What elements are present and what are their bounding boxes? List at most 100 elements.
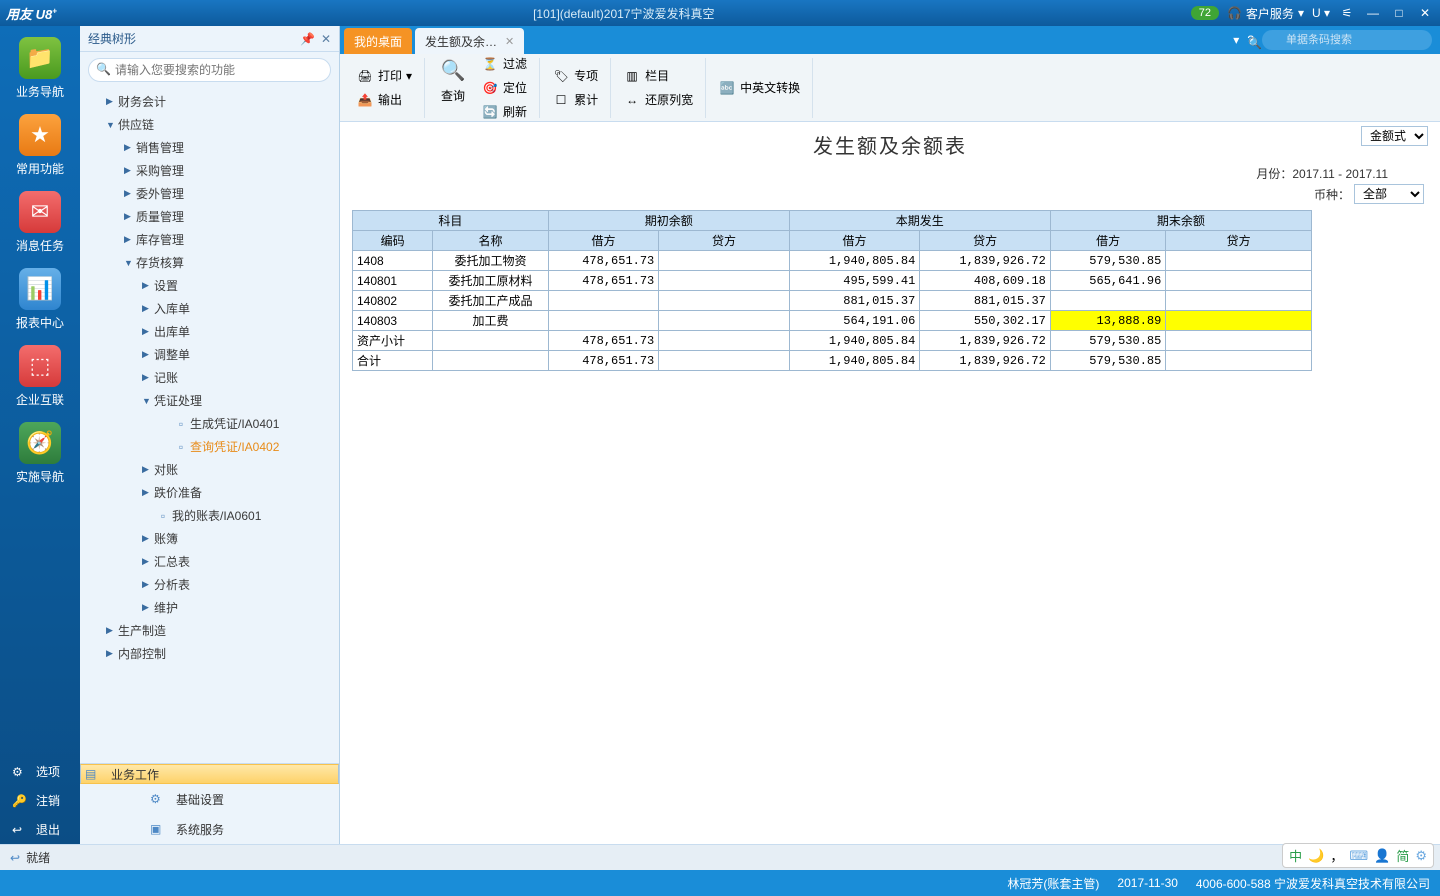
- th-code: 编码: [353, 231, 433, 251]
- maximize-icon[interactable]: □: [1390, 6, 1408, 20]
- rail-nav[interactable]: 📁业务导航: [5, 31, 75, 106]
- tree-node[interactable]: ▶分析表: [80, 573, 339, 596]
- rail-report[interactable]: 📊报表中心: [5, 262, 75, 337]
- tree-node[interactable]: ▫查询凭证/IA0402: [80, 435, 339, 458]
- minimize-icon[interactable]: —: [1364, 6, 1382, 20]
- tree-footer-item[interactable]: ▤业务工作: [80, 764, 339, 784]
- grid-icon: ⬚: [19, 345, 61, 387]
- tree-node[interactable]: ▶调整单: [80, 343, 339, 366]
- th-bdr: 借方: [548, 231, 658, 251]
- tree-node[interactable]: ▶出库单: [80, 320, 339, 343]
- rail-favorite[interactable]: ★常用功能: [5, 108, 75, 183]
- tree-node[interactable]: ▶库存管理: [80, 228, 339, 251]
- tree-node[interactable]: ▶对账: [80, 458, 339, 481]
- th-pdr: 借方: [789, 231, 920, 251]
- tree-node[interactable]: ▫生成凭证/IA0401: [80, 412, 339, 435]
- pin-icon[interactable]: 📌: [300, 32, 315, 46]
- titlebar-badge[interactable]: 72: [1191, 6, 1219, 20]
- tree-node[interactable]: ▶质量管理: [80, 205, 339, 228]
- table-row[interactable]: 140802委托加工产成品881,015.37881,015.37: [353, 291, 1312, 311]
- tab-close-icon[interactable]: ✕: [505, 35, 514, 48]
- magnifier-icon: 🔍: [437, 55, 469, 87]
- rail-enterprise[interactable]: ⬚企业互联: [5, 339, 75, 414]
- tree-node[interactable]: ▶汇总表: [80, 550, 339, 573]
- tree-node[interactable]: ▼供应链: [80, 113, 339, 136]
- output-button[interactable]: 📤输出: [352, 89, 416, 111]
- tree-node[interactable]: ▶设置: [80, 274, 339, 297]
- special-button[interactable]: 🏷专项: [548, 65, 602, 87]
- tree-node[interactable]: ▶内部控制: [80, 642, 339, 665]
- star-icon: ★: [19, 114, 61, 156]
- close-icon[interactable]: ✕: [1416, 6, 1434, 20]
- rail-logout[interactable]: 🔑注销: [0, 786, 80, 815]
- ime-bar[interactable]: 中 🌙 ， ⌨ 👤 简 ⚙: [1282, 843, 1434, 868]
- overflow-icon[interactable]: ⚟: [1338, 6, 1356, 20]
- tab-desktop[interactable]: 我的桌面: [344, 28, 412, 54]
- customer-service[interactable]: 🎧客户服务▾: [1227, 5, 1304, 22]
- rail-options[interactable]: ⚙选项: [0, 757, 80, 786]
- back-icon[interactable]: ↩: [10, 851, 20, 865]
- table-row[interactable]: 资产小计478,651.731,940,805.841,839,926.7257…: [353, 331, 1312, 351]
- refresh-button[interactable]: 🔄刷新: [477, 101, 531, 123]
- tree-node[interactable]: ▫我的账表/IA0601: [80, 504, 339, 527]
- tree-footer-item[interactable]: ▣系统服务: [80, 814, 339, 844]
- th-bcr: 贷方: [659, 231, 790, 251]
- gear-icon[interactable]: ⚙: [1415, 848, 1427, 864]
- table-row[interactable]: 140803加工费564,191.06550,302.1713,888.89: [353, 311, 1312, 331]
- print-button[interactable]: 🖨打印 ▾: [352, 65, 416, 87]
- cn-en-button[interactable]: 🔤中英文转换: [714, 77, 804, 99]
- target-icon: 🎯: [481, 79, 499, 97]
- tree-title: 经典树形: [88, 30, 136, 47]
- tree-node[interactable]: ▶维护: [80, 596, 339, 619]
- money-format-select[interactable]: 金额式: [1361, 126, 1428, 146]
- tree-node[interactable]: ▶入库单: [80, 297, 339, 320]
- tree-node[interactable]: ▶销售管理: [80, 136, 339, 159]
- u-menu[interactable]: U ▾: [1312, 6, 1330, 20]
- tree-node[interactable]: ▶记账: [80, 366, 339, 389]
- tree-node[interactable]: ▶跌价准备: [80, 481, 339, 504]
- rail-message[interactable]: ✉消息任务: [5, 185, 75, 260]
- query-button[interactable]: 🔍查询: [433, 53, 473, 123]
- left-rail: 📁业务导航 ★常用功能 ✉消息任务 📊报表中心 ⬚企业互联 🧭实施导航 ⚙选项 …: [0, 26, 80, 844]
- tree-node[interactable]: ▼凭证处理: [80, 389, 339, 412]
- rail-exit[interactable]: ↩退出: [0, 815, 80, 844]
- rail-implement[interactable]: 🧭实施导航: [5, 416, 75, 491]
- status-bar-app: 林冠芳(账套主管) 2017-11-30 4006-600-588 宁波爱发科真…: [0, 870, 1440, 896]
- app-logo: 用友 U8+: [6, 4, 57, 23]
- cumulative-checkbox[interactable]: ☐累计: [548, 89, 602, 111]
- printer-icon: 🖨: [356, 67, 374, 85]
- locate-button[interactable]: 🎯定位: [477, 77, 531, 99]
- tree-node[interactable]: ▶财务会计: [80, 90, 339, 113]
- restore-width-button[interactable]: ↔还原列宽: [619, 89, 697, 111]
- search-icon: 🔍: [96, 62, 111, 76]
- tab-dropdown-icon[interactable]: ▾: [1233, 33, 1239, 47]
- tree-node[interactable]: ▶账簿: [80, 527, 339, 550]
- tree-node[interactable]: ▼存货核算: [80, 251, 339, 274]
- table-row[interactable]: 140801委托加工原材料478,651.73495,599.41408,609…: [353, 271, 1312, 291]
- barcode-search-input[interactable]: [1262, 30, 1432, 50]
- balance-table: 科目 期初余额 本期发生 期末余额 编码 名称 借方 贷方 借方 贷方 借方 贷…: [352, 210, 1312, 371]
- th-end: 期末余额: [1050, 211, 1311, 231]
- tree-node[interactable]: ▶生产制造: [80, 619, 339, 642]
- tree-node[interactable]: ▶采购管理: [80, 159, 339, 182]
- keyboard-icon[interactable]: ⌨: [1349, 848, 1368, 864]
- currency-select[interactable]: 全部: [1354, 184, 1424, 204]
- content-area: 我的桌面 发生额及余…✕ ▾ ? 🔍 🖨打印 ▾ 📤输出 🔍查询: [340, 26, 1440, 844]
- tag-icon: 🏷: [552, 67, 570, 85]
- tab-balance[interactable]: 发生额及余…✕: [415, 28, 524, 54]
- simp-icon[interactable]: 简: [1396, 846, 1409, 865]
- table-row[interactable]: 合计478,651.731,940,805.841,839,926.72579,…: [353, 351, 1312, 371]
- comma-icon[interactable]: ，: [1330, 846, 1343, 865]
- column-button[interactable]: ▥栏目: [619, 65, 697, 87]
- ime-cn-icon[interactable]: 中: [1289, 846, 1302, 865]
- close-tree-icon[interactable]: ✕: [321, 32, 331, 46]
- moon-icon[interactable]: 🌙: [1308, 848, 1324, 864]
- tree-search-input[interactable]: [88, 58, 331, 82]
- status-date: 2017-11-30: [1117, 876, 1178, 890]
- tree-footer-item[interactable]: ⚙基础设置: [80, 784, 339, 814]
- compass-icon: 🧭: [19, 422, 61, 464]
- tree-node[interactable]: ▶委外管理: [80, 182, 339, 205]
- person-icon[interactable]: 👤: [1374, 848, 1390, 864]
- filter-button[interactable]: ⏳过滤: [477, 53, 531, 75]
- table-row[interactable]: 1408委托加工物资478,651.731,940,805.841,839,92…: [353, 251, 1312, 271]
